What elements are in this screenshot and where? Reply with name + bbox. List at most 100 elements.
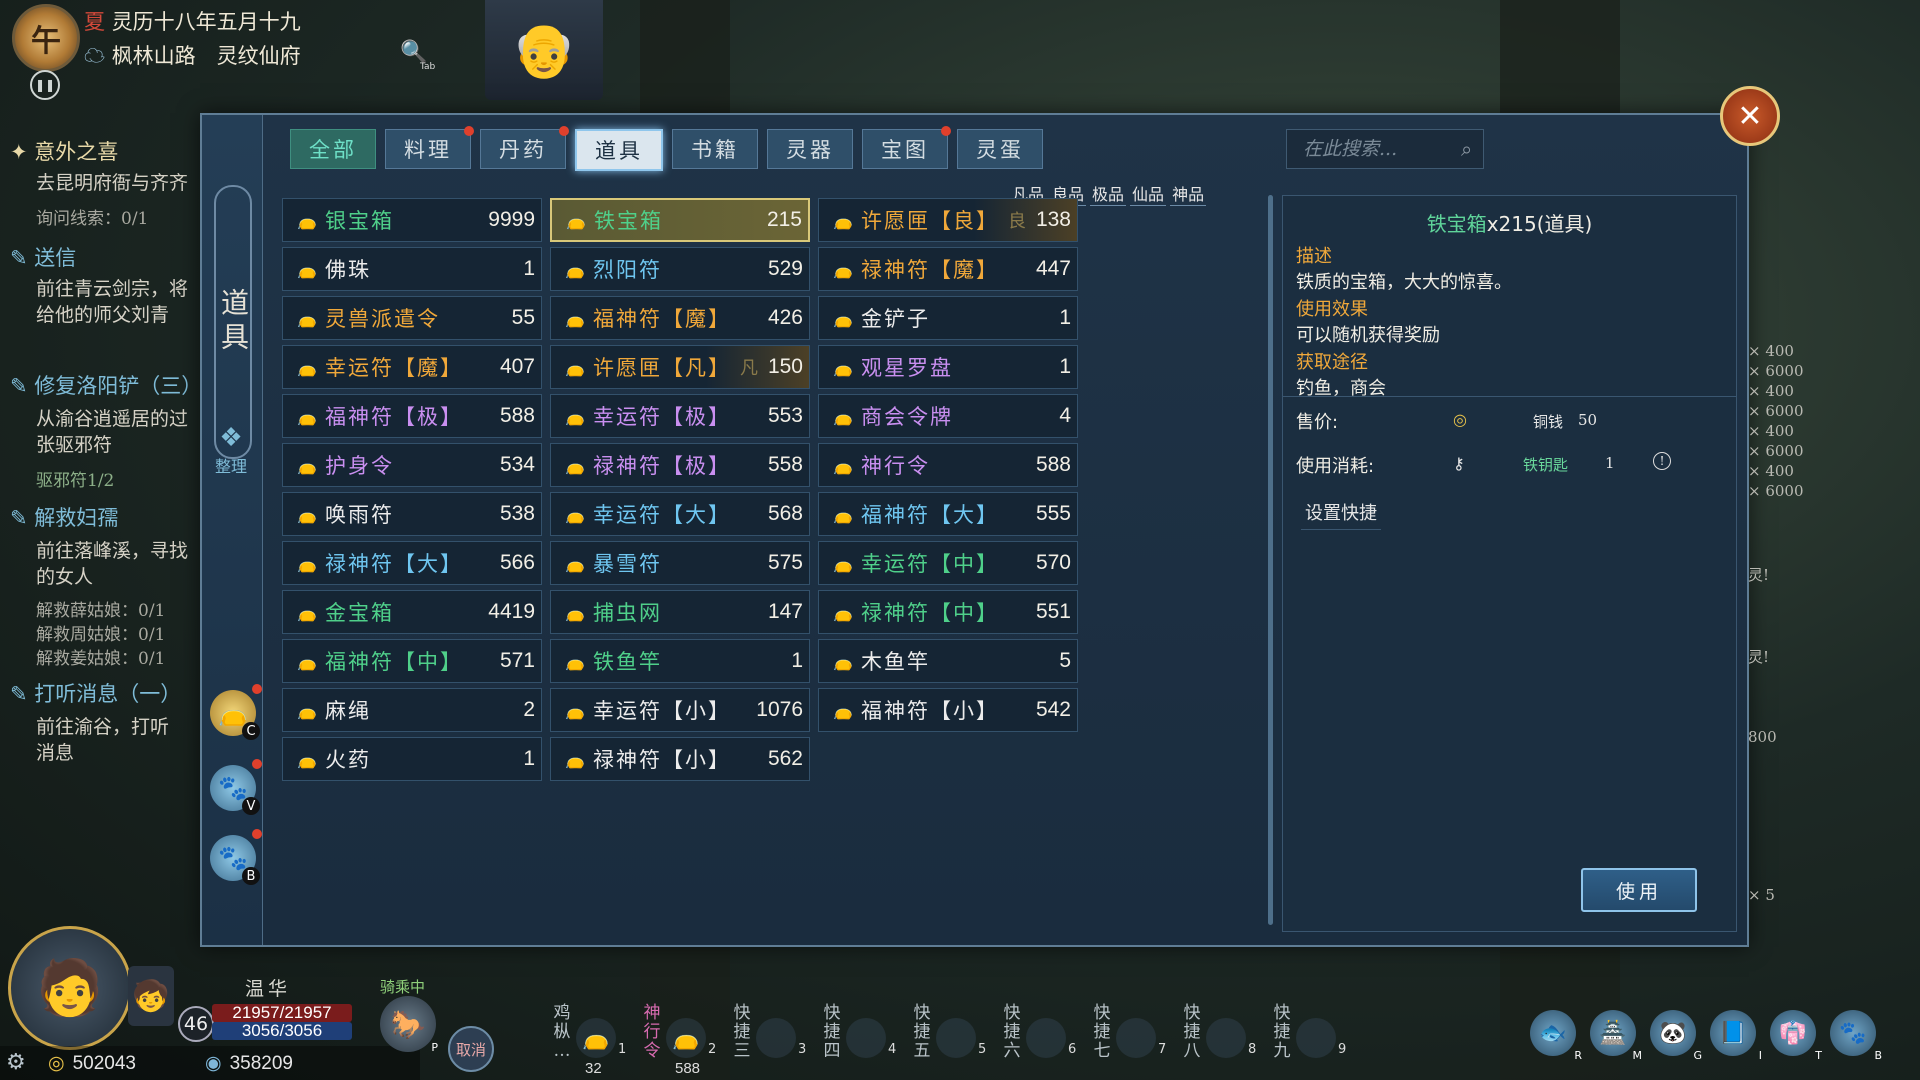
menu-shortcut-g[interactable]: 🐼 G	[1650, 1010, 1702, 1062]
inventory-item[interactable]: 👝 烈阳符 529	[550, 247, 810, 291]
inventory-item[interactable]: 👝 铁宝箱 215	[550, 198, 810, 242]
close-icon[interactable]: ✕	[1720, 86, 1780, 146]
player-avatar[interactable]: 🧑	[8, 926, 132, 1050]
location-name: 枫林山路 灵纹仙府	[111, 44, 301, 68]
inventory-item[interactable]: 👝 唤雨符 538	[282, 492, 542, 536]
inventory-item[interactable]: 👝 许愿匣【良】良 138	[818, 198, 1078, 242]
tab-3[interactable]: 道具	[575, 129, 663, 171]
quest-title[interactable]: ✎ 修复洛阳铲（三）	[10, 370, 200, 400]
inventory-item[interactable]: 👝 福神符【中】 571	[282, 639, 542, 683]
item-name: 捕虫网	[593, 601, 662, 625]
quick-slot[interactable]	[1206, 1018, 1246, 1058]
side-tab-v[interactable]: 🐾 V	[210, 759, 262, 815]
quick-slot[interactable]: 👝	[576, 1018, 616, 1058]
inventory-item[interactable]: 👝 幸运符【大】 568	[550, 492, 810, 536]
quest-title[interactable]: ✦ 意外之喜	[10, 136, 118, 166]
inventory-item[interactable]: 👝 麻绳 2	[282, 688, 542, 732]
tab-1[interactable]: 料理	[385, 126, 474, 169]
side-tab-items[interactable]: 👝 C	[210, 684, 262, 740]
use-button[interactable]: 使用	[1581, 868, 1697, 912]
item-search-box[interactable]: ⌕	[1286, 129, 1484, 169]
inventory-item[interactable]: 👝 幸运符【中】 570	[818, 541, 1078, 585]
background-text-line: × 6000	[1748, 402, 1804, 420]
quick-slot[interactable]: 👝	[666, 1018, 706, 1058]
pause-button[interactable]: ❚❚	[30, 70, 60, 100]
sort-button[interactable]: ❖ 整理	[206, 423, 256, 476]
inventory-item[interactable]: 👝 禄神符【中】 551	[818, 590, 1078, 634]
item-pouch-icon: 👝	[297, 749, 317, 769]
inventory-item[interactable]: 👝 福神符【大】 555	[818, 492, 1078, 536]
companion-avatar[interactable]: 🧒	[128, 966, 174, 1026]
quick-slot-bar: 鸡 枞 … 👝 1 32 神 行 令 👝 2 588 快 捷 三3快 捷 四4快 捷 五5快 捷…	[540, 1004, 1360, 1078]
inventory-item[interactable]: 👝 禄神符【极】 558	[550, 443, 810, 487]
side-tab-b[interactable]: 🐾 B	[210, 829, 262, 885]
tab-0[interactable]: 全部	[290, 129, 376, 169]
gear-icon[interactable]: ⚙	[6, 1050, 26, 1075]
inventory-item[interactable]: 👝 幸运符【魔】 407	[282, 345, 542, 389]
item-search-input[interactable]	[1301, 137, 1455, 161]
inventory-item[interactable]: 👝 铁鱼竿 1	[550, 639, 810, 683]
item-quantity: 407	[499, 355, 535, 378]
inventory-item[interactable]: 👝 商会令牌 4	[818, 394, 1078, 438]
menu-shortcut-i[interactable]: 📘 I	[1710, 1010, 1762, 1062]
inventory-item[interactable]: 👝 神行令 588	[818, 443, 1078, 487]
menu-shortcut-r[interactable]: 🐟 R	[1530, 1010, 1582, 1062]
tab-4[interactable]: 书籍	[672, 129, 758, 169]
item-quantity: 588	[499, 404, 535, 427]
quick-slot[interactable]	[846, 1018, 886, 1058]
tab-5[interactable]: 灵器	[767, 129, 853, 169]
inventory-item[interactable]: 👝 木鱼竿 5	[818, 639, 1078, 683]
item-grid-scrollbar[interactable]	[1268, 195, 1273, 925]
item-name: 铁宝箱	[594, 209, 663, 233]
inventory-item[interactable]: 👝 禄神符【大】 566	[282, 541, 542, 585]
inventory-item[interactable]: 👝 银宝箱 9999	[282, 198, 542, 242]
tab-2[interactable]: 丹药	[480, 126, 569, 169]
quick-slot[interactable]	[936, 1018, 976, 1058]
inventory-item[interactable]: 👝 福神符【极】 588	[282, 394, 542, 438]
quest-title[interactable]: ✎ 送信	[10, 242, 76, 272]
inventory-item[interactable]: 👝 观星罗盘 1	[818, 345, 1078, 389]
inventory-item[interactable]: 👝 金铲子 1	[818, 296, 1078, 340]
mount-icon[interactable]: 🐎 P	[380, 996, 438, 1054]
inventory-item[interactable]: 👝 许愿匣【凡】凡 150	[550, 345, 810, 389]
tab-6[interactable]: 宝图	[862, 126, 951, 169]
menu-shortcut-t[interactable]: 👘 T	[1770, 1010, 1822, 1062]
item-pouch-icon: 👝	[565, 308, 585, 328]
quick-slot[interactable]	[756, 1018, 796, 1058]
item-pouch-icon: 👝	[297, 210, 317, 230]
quick-slot[interactable]	[1026, 1018, 1066, 1058]
inventory-item[interactable]: 👝 福神符【小】 542	[818, 688, 1078, 732]
search-icon[interactable]: ⌕	[1461, 137, 1472, 161]
npc-portrait[interactable]: 👴	[485, 0, 603, 100]
item-name: 火药	[325, 748, 371, 772]
inventory-item[interactable]: 👝 幸运符【极】 553	[550, 394, 810, 438]
quick-slot-key: 4	[888, 1042, 897, 1057]
inventory-item[interactable]: 👝 禄神符【魔】 447	[818, 247, 1078, 291]
map-search-icon[interactable]: 🔍 Tab	[400, 40, 435, 72]
tab-7[interactable]: 灵蛋	[957, 129, 1043, 169]
inventory-item[interactable]: 👝 禄神符【小】 562	[550, 737, 810, 781]
inventory-item[interactable]: 👝 金宝箱 4419	[282, 590, 542, 634]
item-quantity: 147	[767, 600, 803, 623]
inventory-item[interactable]: 👝 佛珠 1	[282, 247, 542, 291]
menu-shortcut-m[interactable]: 🏯 M	[1590, 1010, 1642, 1062]
menu-shortcut-b[interactable]: 🐾 B	[1830, 1010, 1882, 1062]
quick-slot[interactable]	[1116, 1018, 1156, 1058]
background-text-line: 灵!	[1748, 648, 1770, 666]
inventory-item[interactable]: 👝 暴雪符 575	[550, 541, 810, 585]
set-shortcut-button[interactable]: 设置快捷	[1301, 499, 1381, 530]
inventory-item[interactable]: 👝 护身令 534	[282, 443, 542, 487]
quest-title[interactable]: ✎ 解救妇孺	[10, 502, 118, 532]
item-quantity: 562	[767, 747, 803, 770]
inventory-item[interactable]: 👝 捕虫网 147	[550, 590, 810, 634]
inventory-item[interactable]: 👝 福神符【魔】 426	[550, 296, 810, 340]
quick-slot[interactable]	[1296, 1018, 1336, 1058]
quest-title[interactable]: ✎ 打听消息（一）	[10, 678, 181, 708]
inventory-item[interactable]: 👝 灵兽派遣令 55	[282, 296, 542, 340]
inventory-item[interactable]: 👝 幸运符【小】 1076	[550, 688, 810, 732]
item-quantity: 138	[1035, 208, 1071, 231]
cancel-riding-button[interactable]: 取消	[448, 1026, 494, 1072]
time-dial: 午	[12, 4, 80, 72]
info-icon[interactable]: !	[1653, 452, 1671, 470]
inventory-item[interactable]: 👝 火药 1	[282, 737, 542, 781]
